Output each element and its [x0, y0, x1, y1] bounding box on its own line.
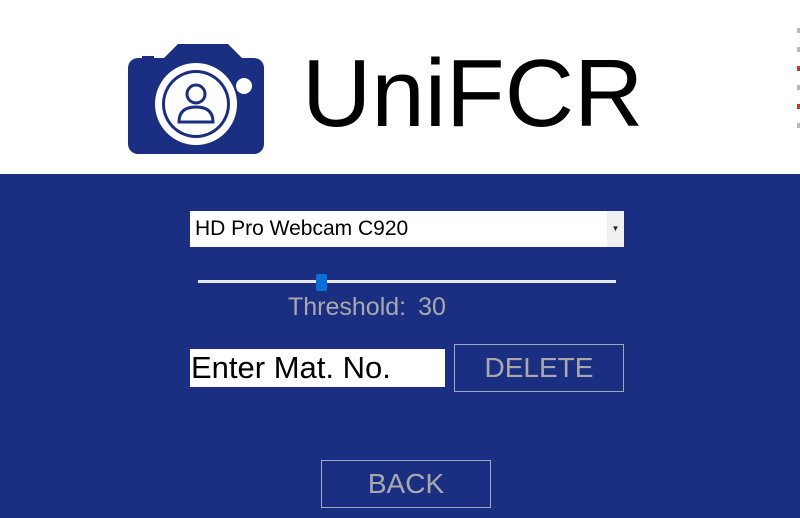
header: UniFCR: [0, 0, 800, 174]
back-button[interactable]: BACK: [321, 460, 491, 508]
threshold-slider[interactable]: [198, 274, 616, 291]
camera-user-icon: [128, 44, 264, 154]
mat-no-input[interactable]: [190, 349, 445, 387]
camera-select-value: HD Pro Webcam C920: [195, 217, 409, 240]
delete-button[interactable]: DELETE: [454, 344, 624, 392]
threshold-readout: Threshold: 30: [288, 293, 446, 322]
threshold-value: 30: [418, 293, 446, 321]
slider-track[interactable]: [198, 280, 616, 283]
camera-select[interactable]: HD Pro Webcam C920 ▼: [190, 211, 624, 247]
app-title: UniFCR: [302, 40, 644, 147]
threshold-label: Threshold:: [288, 293, 407, 321]
slider-thumb[interactable]: [316, 274, 328, 291]
chevron-down-icon[interactable]: ▼: [607, 211, 624, 247]
control-panel: HD Pro Webcam C920 ▼ Threshold: 30 DELETE…: [0, 174, 800, 518]
